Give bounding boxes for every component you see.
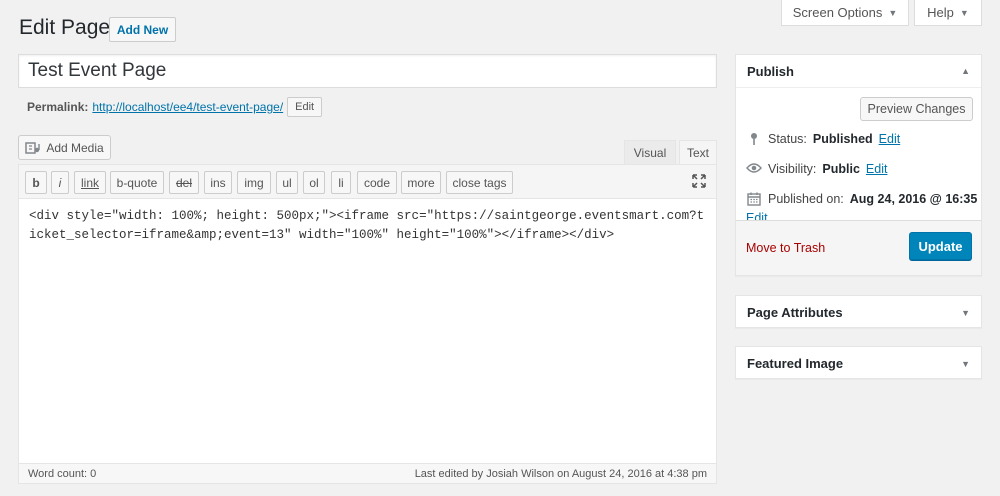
page-attributes-header[interactable]: Page Attributes ▼ <box>736 296 981 329</box>
add-new-button[interactable]: Add New <box>109 17 176 42</box>
qt-ins-button[interactable]: ins <box>204 171 232 194</box>
eye-icon <box>746 162 762 177</box>
media-icon <box>25 141 41 154</box>
tab-text[interactable]: Text <box>679 140 717 165</box>
qt-blockquote-button[interactable]: b-quote <box>110 171 164 194</box>
qt-more-button[interactable]: more <box>401 171 441 194</box>
qt-close-tags-button[interactable]: close tags <box>446 171 513 194</box>
add-media-button[interactable]: Add Media <box>18 135 111 160</box>
permalink-label: Permalink: <box>27 100 89 114</box>
publish-actions: Move to Trash Update <box>736 220 981 275</box>
status-value: Published <box>812 132 873 146</box>
quicktags-toolbar: b i link b-quote del ins img ul ol li co… <box>19 165 716 199</box>
visibility-row: Visibility: Public Edit <box>746 162 887 177</box>
featured-image-box: Featured Image ▼ <box>735 346 982 379</box>
status-label: Status: <box>768 132 807 146</box>
qt-ul-button[interactable]: ul <box>276 171 298 194</box>
calendar-icon <box>746 192 762 209</box>
collapse-up-icon[interactable]: ▲ <box>961 66 970 76</box>
text-editor: b i link b-quote del ins img ul ol li co… <box>18 164 717 484</box>
published-on-row: Published on: Aug 24, 2016 @ 16:35 <box>746 192 977 209</box>
published-value: Aug 24, 2016 @ 16:35 <box>849 192 978 206</box>
editor-status-bar: Word count: 0 Last edited by Josiah Wils… <box>19 463 716 483</box>
screen-options-button[interactable]: Screen Options ▼ <box>781 0 909 26</box>
featured-image-title: Featured Image <box>747 356 844 371</box>
permalink-link[interactable]: http://localhost/ee4/test-event-page/ <box>92 100 283 114</box>
qt-li-button[interactable]: li <box>331 171 351 194</box>
expand-down-icon[interactable]: ▼ <box>961 308 970 318</box>
fullscreen-icon[interactable] <box>691 174 707 190</box>
page-attributes-box: Page Attributes ▼ <box>735 295 982 328</box>
qt-ol-button[interactable]: ol <box>303 171 325 194</box>
word-count: Word count: 0 <box>28 467 97 480</box>
visibility-label: Visibility: <box>768 162 817 176</box>
status-row: Status: Published Edit <box>746 132 900 149</box>
caret-down-icon: ▼ <box>959 7 969 18</box>
post-title-input[interactable]: Test Event Page <box>18 54 717 88</box>
publish-box-title: Publish <box>747 63 794 79</box>
visibility-edit-link[interactable]: Edit <box>866 162 888 176</box>
last-edited: Last edited by Josiah Wilson on August 2… <box>414 467 707 480</box>
qt-bold-button[interactable]: b <box>25 171 47 194</box>
permalink-row: Permalink: http://localhost/ee4/test-eve… <box>27 97 323 117</box>
pin-icon <box>746 132 762 149</box>
update-button[interactable]: Update <box>909 232 972 260</box>
publish-box: Publish ▲ Preview Changes Status: Publis… <box>735 54 982 276</box>
page-title: Edit Page <box>19 16 111 39</box>
tab-visual[interactable]: Visual <box>624 140 676 165</box>
content-textarea[interactable]: <div style="width: 100%; height: 500px;"… <box>29 207 709 245</box>
add-media-label: Add Media <box>46 140 104 155</box>
permalink-edit-button[interactable]: Edit <box>287 97 323 117</box>
qt-del-button[interactable]: del <box>169 171 199 194</box>
help-button[interactable]: Help ▼ <box>914 0 982 26</box>
qt-italic-button[interactable]: i <box>51 171 69 194</box>
qt-img-button[interactable]: img <box>237 171 271 194</box>
status-edit-link[interactable]: Edit <box>879 132 901 146</box>
visibility-value: Public <box>822 162 860 176</box>
page-attributes-title: Page Attributes <box>747 305 843 320</box>
expand-down-icon[interactable]: ▼ <box>961 359 970 369</box>
move-to-trash-link[interactable]: Move to Trash <box>746 241 825 255</box>
help-label: Help <box>927 5 954 20</box>
preview-changes-button[interactable]: Preview Changes <box>860 97 973 121</box>
qt-code-button[interactable]: code <box>357 171 397 194</box>
screen-options-label: Screen Options <box>792 5 883 20</box>
caret-down-icon: ▼ <box>888 7 898 18</box>
published-label: Published on: <box>768 192 844 206</box>
featured-image-header[interactable]: Featured Image ▼ <box>736 347 981 380</box>
qt-link-button[interactable]: link <box>74 171 106 194</box>
publish-box-header[interactable]: Publish ▲ <box>736 55 981 88</box>
